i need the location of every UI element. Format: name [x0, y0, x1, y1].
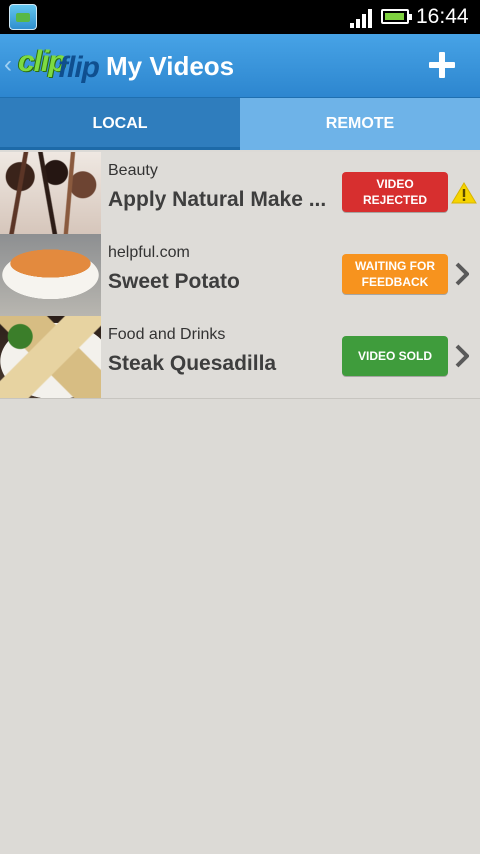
status-badge: VIDEO REJECTED [342, 172, 448, 212]
warning-icon [451, 182, 477, 204]
tab-local[interactable]: LOCAL [0, 98, 240, 150]
video-list-item[interactable]: helpful.com Sweet Potato WAITING FOR FEE… [0, 234, 480, 317]
status-badge: WAITING FOR FEEDBACK [342, 254, 448, 294]
status-badge: VIDEO SOLD [342, 336, 448, 376]
app-notification-icon [9, 4, 37, 30]
status-bar: 16:44 [0, 0, 480, 34]
video-thumbnail [0, 152, 101, 234]
signal-icon [350, 8, 374, 28]
logo-text-flip: flip [58, 51, 100, 84]
video-list-item[interactable]: Food and Drinks Steak Quesadilla VIDEO S… [0, 316, 480, 399]
add-video-button[interactable] [418, 43, 466, 87]
video-title: Sweet Potato [108, 270, 240, 293]
action-bar: ‹ clip flip My Videos [0, 34, 480, 98]
video-category: Food and Drinks [108, 326, 226, 343]
battery-icon [381, 9, 412, 24]
video-list-item[interactable]: Beauty Apply Natural Make ... VIDEO REJE… [0, 152, 480, 235]
video-category: helpful.com [108, 244, 190, 261]
chevron-right-icon [455, 262, 469, 286]
page-title: My Videos [106, 51, 235, 81]
video-title: Steak Quesadilla [108, 352, 277, 375]
tab-bar: LOCAL REMOTE [0, 98, 480, 150]
video-category: Beauty [108, 162, 158, 179]
status-clock: 16:44 [416, 5, 469, 28]
video-thumbnail [0, 316, 101, 398]
tab-remote[interactable]: REMOTE [240, 98, 480, 150]
video-thumbnail [0, 234, 101, 316]
video-title: Apply Natural Make ... [108, 188, 327, 211]
clipflip-logo[interactable]: clip flip [18, 43, 100, 87]
chevron-left-icon[interactable]: ‹ [4, 48, 12, 82]
chevron-right-icon [455, 344, 469, 368]
